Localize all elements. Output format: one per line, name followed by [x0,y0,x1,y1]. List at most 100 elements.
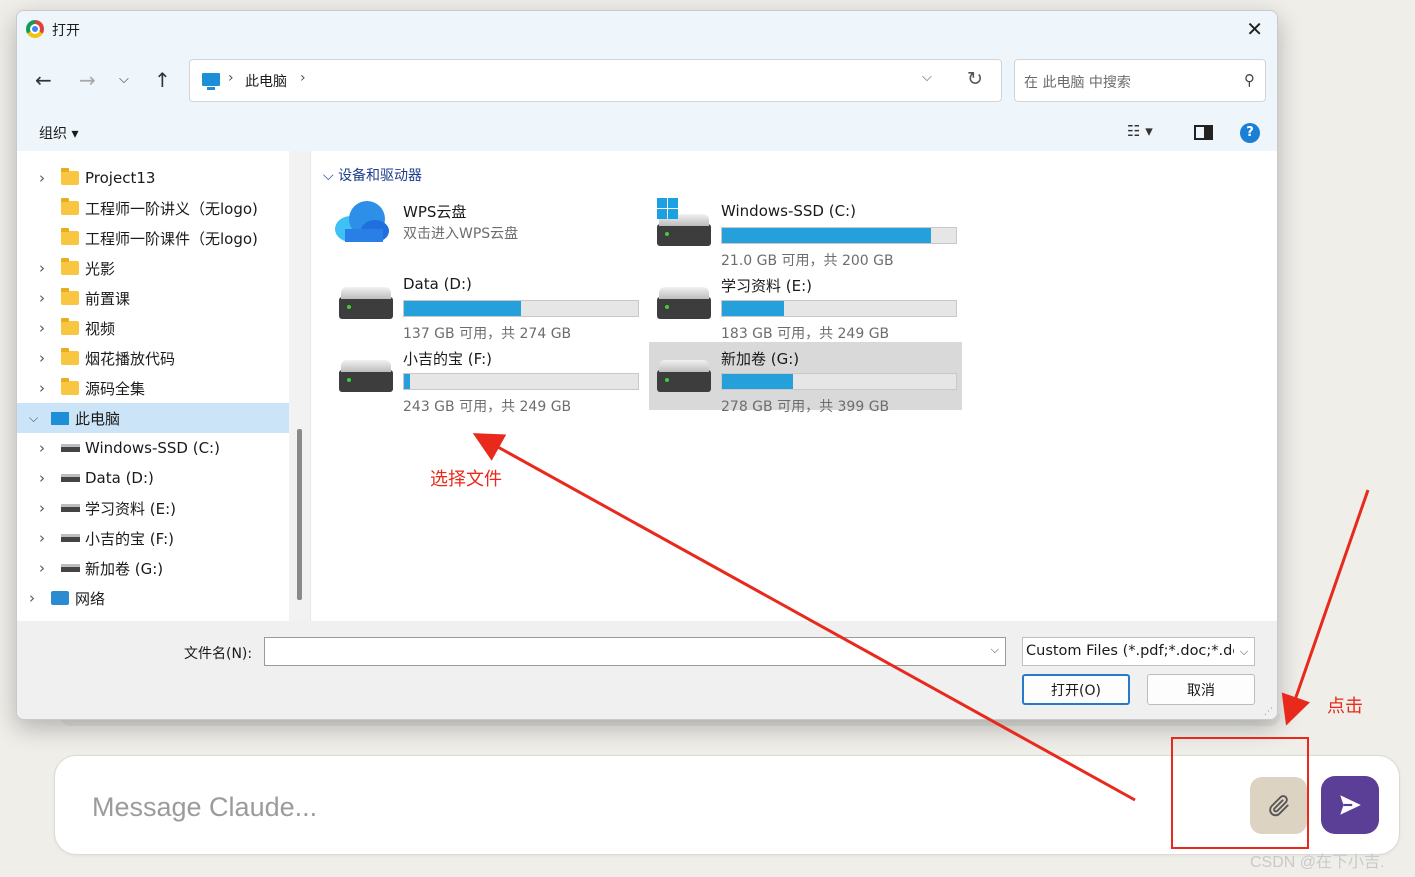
chevron-right-icon[interactable]: › [39,169,45,187]
chevron-right-icon[interactable]: › [39,529,45,547]
chevron-right-icon[interactable]: › [39,259,45,277]
drive-usage-bar [721,373,957,390]
address-dropdown-icon[interactable]: ⌵ [922,70,932,85]
cancel-button[interactable]: 取消 [1147,674,1255,705]
up-arrow-icon[interactable]: ↑ [154,68,171,92]
sidebar-item-label: 光影 [85,259,116,278]
sidebar-item-小吉的宝-f[interactable]: › 小吉的宝 (F:) [17,523,289,553]
close-icon[interactable]: ✕ [1246,17,1263,41]
open-file-dialog: 打开 ✕ ← → ⌵ ↑ › 此电脑 › ⌵ ↻ 在 此电脑 中搜索 ⚲ 组织 … [16,10,1278,720]
drive-icon [61,564,80,572]
sidebar-item-工程师一阶讲义-无logo[interactable]: 工程师一阶讲义（无logo) [17,193,289,223]
sidebar-item-源码全集[interactable]: › 源码全集 [17,373,289,403]
sidebar-item-label: 小吉的宝 (F:) [85,529,174,548]
chevron-right-icon[interactable]: › [39,469,45,487]
organize-menu[interactable]: 组织 ▾ [39,123,78,143]
drive-tile[interactable]: 学习资料 (E:) 183 GB 可用，共 249 GB [649,269,962,342]
sidebar-item-视频[interactable]: › 视频 [17,313,289,343]
drive-tile[interactable]: Data (D:) 137 GB 可用，共 274 GB [331,269,644,342]
drive-name: 小吉的宝 (F:) [403,350,492,368]
file-type-dropdown-icon[interactable]: ⌵ [1234,638,1254,665]
forward-arrow-icon[interactable]: → [79,68,96,92]
sidebar-item-烟花播放代码[interactable]: › 烟花播放代码 [17,343,289,373]
drive-usage-fill [722,374,793,389]
drive-icon [61,504,80,512]
scrollbar-thumb[interactable] [297,429,302,600]
open-button[interactable]: 打开(O) [1022,674,1130,705]
back-arrow-icon[interactable]: ← [35,68,52,92]
sidebar-item-网络[interactable]: › 网络 [17,583,289,613]
sidebar-item-label: Windows-SSD (C:) [85,439,220,457]
drive-name: Data (D:) [403,275,472,293]
drive-usage-fill [404,301,521,316]
navigation-bar: ← → ⌵ ↑ › 此电脑 › ⌵ ↻ 在 此电脑 中搜索 ⚲ [17,47,1277,113]
folder-icon [61,318,79,335]
sidebar-item-windows-ssd-c[interactable]: › Windows-SSD (C:) [17,433,289,463]
preview-pane-icon[interactable] [1194,125,1213,140]
send-icon [1340,795,1361,815]
recent-locations-chevron-icon[interactable]: ⌵ [119,72,129,87]
filename-dropdown-icon[interactable]: ⌵ [991,643,999,657]
drive-icon [61,444,80,452]
drive-tile[interactable]: 新加卷 (G:) 278 GB 可用，共 399 GB [649,342,962,415]
hard-drive-icon [657,287,711,319]
refresh-icon[interactable]: ↻ [967,68,983,90]
sidebar-item-此电脑[interactable]: ⌵ 此电脑 [17,403,289,433]
chevron-right-icon[interactable]: › [39,349,45,367]
sidebar-item-label: 前置课 [85,289,131,308]
breadcrumb-this-pc[interactable]: 此电脑 [245,71,287,91]
drive-usage-bar [403,373,639,390]
drive-usage-text: 137 GB 可用，共 274 GB [403,326,572,342]
sidebar-item-label: Data (D:) [85,469,154,487]
search-input[interactable]: 在 此电脑 中搜索 [1024,72,1131,92]
help-icon[interactable]: ? [1240,123,1260,143]
sidebar-item-新加卷-g[interactable]: › 新加卷 (G:) [17,553,289,583]
search-box[interactable]: 在 此电脑 中搜索 ⚲ [1014,59,1266,102]
group-header-devices[interactable]: ⌵ 设备和驱动器 [323,165,422,185]
sidebar-item-光影[interactable]: › 光影 [17,253,289,283]
sidebar-item-学习资料-e[interactable]: › 学习资料 (E:) [17,493,289,523]
filename-input[interactable]: ⌵ [264,637,1006,666]
filename-label: 文件名(N): [184,646,253,662]
resize-grip-icon[interactable]: ⋰ [1264,707,1273,717]
drive-usage-fill [722,228,932,243]
cloud-drive-tile[interactable]: WPS云盘 双击进入WPS云盘 [331,201,644,269]
drive-usage-text: 183 GB 可用，共 249 GB [721,326,890,342]
hard-drive-icon [657,198,711,246]
sidebar-item-label: 网络 [75,589,106,608]
sidebar-item-工程师一阶课件-无logo[interactable]: 工程师一阶课件（无logo) [17,223,289,253]
drive-tile[interactable]: 小吉的宝 (F:) 243 GB 可用，共 249 GB [331,342,644,415]
folder-icon [61,258,79,275]
dialog-titlebar: 打开 ✕ [17,11,1277,47]
view-options-icon[interactable]: ☷ ▾ [1127,122,1153,140]
chevron-right-icon[interactable]: › [39,319,45,337]
sidebar-item-project13[interactable]: › Project13 [17,163,289,193]
breadcrumb-separator-icon: › [228,70,234,86]
drive-usage-fill [404,374,410,389]
breadcrumb-chevron-icon[interactable]: › [300,70,306,86]
file-type-select[interactable]: Custom Files (*.pdf;*.doc;*.docx) ⌵ [1022,637,1255,666]
group-header-label: 设备和驱动器 [338,168,423,184]
sidebar-item-data-d[interactable]: › Data (D:) [17,463,289,493]
chevron-right-icon[interactable]: › [29,589,35,607]
wps-cloud-icon [335,201,389,242]
windows-logo-icon [657,198,679,220]
sidebar-item-label: 视频 [85,319,116,338]
chevron-down-icon[interactable]: ⌵ [29,411,38,426]
file-list-pane: ⌵ 设备和驱动器 WPS云盘 双击进入WPS云盘 Windows-SSD (C:… [310,151,1277,621]
chevron-right-icon[interactable]: › [39,559,45,577]
sidebar-item-label: 工程师一阶课件（无logo) [85,229,258,248]
message-input[interactable]: Message Claude... [92,792,317,823]
chevron-right-icon[interactable]: › [39,439,45,457]
sidebar-item-前置课[interactable]: › 前置课 [17,283,289,313]
chevron-right-icon[interactable]: › [39,379,45,397]
send-button[interactable] [1321,776,1379,834]
address-bar[interactable]: › 此电脑 › ⌵ ↻ [189,59,1002,102]
sidebar-item-label: 此电脑 [75,409,121,428]
drive-tile[interactable]: Windows-SSD (C:) 21.0 GB 可用，共 200 GB [649,196,962,269]
chevron-right-icon[interactable]: › [39,289,45,307]
chevron-right-icon[interactable]: › [39,499,45,517]
folder-icon [61,348,79,365]
cloud-drive-subtitle: 双击进入WPS云盘 [403,226,519,242]
hard-drive-icon [339,360,393,392]
